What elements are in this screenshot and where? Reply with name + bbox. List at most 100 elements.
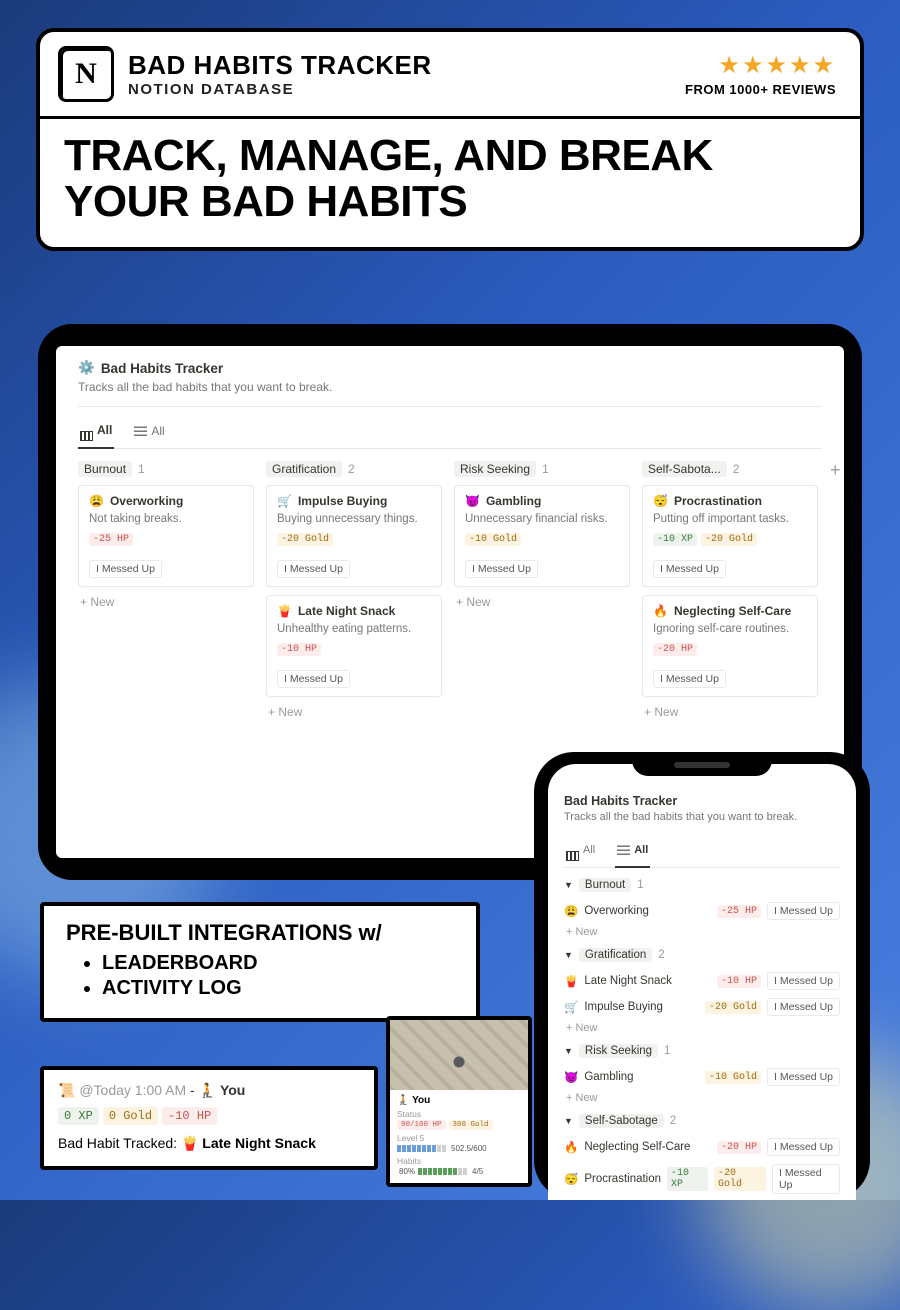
- tab-list-view[interactable]: All: [615, 835, 650, 868]
- leaderboard-cover-image: [390, 1020, 528, 1090]
- habits-bar: 80% 4/5: [397, 1167, 521, 1176]
- i-messed-up-button[interactable]: I Messed Up: [767, 972, 840, 990]
- activity-tracked-line: Bad Habit Tracked: 🍟 Late Night Snack: [58, 1135, 360, 1152]
- i-messed-up-button[interactable]: I Messed Up: [465, 560, 538, 578]
- integration-item-leaderboard: LEADERBOARD: [102, 952, 454, 975]
- level-bar: 502.5/600: [397, 1144, 521, 1153]
- integrations-list: LEADERBOARD ACTIVITY LOG: [102, 952, 454, 1000]
- database-title[interactable]: Bad Habits Tracker: [564, 794, 840, 808]
- add-column[interactable]: +: [830, 461, 844, 719]
- i-messed-up-button[interactable]: I Messed Up: [277, 560, 350, 578]
- group-header-gratification[interactable]: ▼ Gratification 2: [564, 948, 840, 962]
- new-card-button[interactable]: + New: [454, 595, 630, 609]
- new-card-button[interactable]: + New: [266, 705, 442, 719]
- group-header-self-sabotage[interactable]: ▼ Self-Sabotage 2: [564, 1114, 840, 1128]
- level-value: 502.5/600: [451, 1144, 487, 1153]
- i-messed-up-button[interactable]: I Messed Up: [772, 1164, 840, 1194]
- activity-log-card: 📜 @Today 1:00 AM - 🧎 You 0 XP 0 Gold -10…: [40, 1066, 378, 1170]
- column-header[interactable]: Burnout 1: [78, 461, 254, 477]
- hp-badge: -25 HP: [89, 533, 133, 546]
- reviews-block: ★★★★★ FROM 1000+ REVIEWS: [685, 51, 836, 97]
- gold-badge: 300 Gold: [449, 1120, 493, 1130]
- card-title-text: Gambling: [486, 494, 541, 508]
- group-header-risk-seeking[interactable]: ▼ Risk Seeking 1: [564, 1044, 840, 1058]
- card-title-text: Neglecting Self-Care: [674, 604, 791, 618]
- card-description: Putting off important tasks.: [653, 513, 807, 525]
- card-title-text: Late Night Snack: [298, 604, 395, 618]
- list-row-procrastination[interactable]: 😴 Procrastination -10 XP -20 Gold I Mess…: [564, 1160, 840, 1198]
- activity-user: You: [220, 1082, 245, 1098]
- card-description: Not taking breaks.: [89, 513, 243, 525]
- column-header[interactable]: Gratification 2: [266, 461, 442, 477]
- hp-badge: -10 HP: [162, 1107, 217, 1125]
- card-emoji-icon: 🛒: [277, 494, 292, 508]
- database-description: Tracks all the bad habits that you want …: [564, 811, 840, 823]
- gold-badge: -20 Gold: [714, 1167, 766, 1191]
- row-title: Gambling: [584, 1071, 699, 1083]
- card-emoji-icon: 😩: [89, 494, 104, 508]
- gold-badge: -10 Gold: [705, 1071, 761, 1084]
- card-neglecting-self-care[interactable]: 🔥 Neglecting Self-Care Ignoring self-car…: [642, 595, 818, 697]
- activity-timestamp: @Today 1:00 AM: [79, 1082, 186, 1098]
- chevron-down-icon: ▼: [564, 950, 573, 960]
- list-row-late-night-snack[interactable]: 🍟 Late Night Snack -10 HP I Messed Up: [564, 968, 840, 994]
- list-row-neglecting-self-care[interactable]: 🔥 Neglecting Self-Care -20 HP I Messed U…: [564, 1134, 840, 1160]
- new-label: New: [575, 1092, 597, 1104]
- progress-bar-icon: [418, 1168, 467, 1175]
- new-label: New: [466, 595, 490, 609]
- row-title: Impulse Buying: [584, 1001, 699, 1013]
- board-view-icon: [566, 851, 579, 861]
- row-title: Neglecting Self-Care: [584, 1141, 711, 1153]
- card-procrastination[interactable]: 😴 Procrastination Putting off important …: [642, 485, 818, 587]
- divider: [78, 406, 822, 407]
- promo-headline: TRACK, MANAGE, AND BREAK YOUR BAD HABITS: [40, 119, 860, 247]
- tab-label: All: [151, 424, 164, 438]
- activity-badges: 0 XP 0 Gold -10 HP: [58, 1107, 360, 1125]
- leaderboard-body: 🧎 You Status 90/100 HP 300 Gold Level 5 …: [390, 1090, 528, 1183]
- column-count: 1: [542, 462, 549, 476]
- leaderboard-user-name: You: [412, 1095, 430, 1106]
- i-messed-up-button[interactable]: I Messed Up: [767, 902, 840, 920]
- new-row-button[interactable]: + New: [566, 926, 840, 938]
- hp-badge: -25 HP: [717, 905, 761, 918]
- card-impulse-buying[interactable]: 🛒 Impulse Buying Buying unnecessary thin…: [266, 485, 442, 587]
- i-messed-up-button[interactable]: I Messed Up: [653, 560, 726, 578]
- i-messed-up-button[interactable]: I Messed Up: [653, 670, 726, 688]
- chevron-down-icon: ▼: [564, 880, 573, 890]
- i-messed-up-button[interactable]: I Messed Up: [89, 560, 162, 578]
- chevron-down-icon: ▼: [564, 1046, 573, 1056]
- list-row-overworking[interactable]: 😩 Overworking -25 HP I Messed Up: [564, 898, 840, 924]
- column-header[interactable]: Self-Sabota... 2: [642, 461, 818, 477]
- card-emoji-icon: 🍟: [277, 604, 292, 618]
- new-row-button[interactable]: + New: [566, 1092, 840, 1104]
- column-header[interactable]: Risk Seeking 1: [454, 461, 630, 477]
- xp-badge: -10 XP: [667, 1167, 708, 1191]
- leaderboard-user: 🧎 You: [397, 1095, 521, 1106]
- tracked-label: Bad Habit Tracked:: [58, 1135, 177, 1151]
- card-title-text: Impulse Buying: [298, 494, 387, 508]
- card-overworking[interactable]: 😩 Overworking Not taking breaks. -25 HP …: [78, 485, 254, 587]
- card-late-night-snack[interactable]: 🍟 Late Night Snack Unhealthy eating patt…: [266, 595, 442, 697]
- list-row-gambling[interactable]: 😈 Gambling -10 Gold I Messed Up: [564, 1064, 840, 1090]
- new-card-button[interactable]: + New: [78, 595, 254, 609]
- i-messed-up-button[interactable]: I Messed Up: [277, 670, 350, 688]
- tab-list-view[interactable]: All: [132, 415, 166, 448]
- tab-board-view[interactable]: All: [564, 835, 597, 867]
- i-messed-up-button[interactable]: I Messed Up: [767, 1138, 840, 1156]
- star-rating-icon: ★★★★★: [685, 51, 836, 80]
- group-header-burnout[interactable]: ▼ Burnout 1: [564, 878, 840, 892]
- tab-board-view[interactable]: All: [78, 415, 114, 449]
- tab-label: All: [583, 844, 595, 856]
- card-gambling[interactable]: 😈 Gambling Unnecessary financial risks. …: [454, 485, 630, 587]
- database-title[interactable]: ⚙️ Bad Habits Tracker: [78, 360, 822, 376]
- row-emoji-icon: 🛒: [564, 1000, 578, 1014]
- view-tabs: All All: [564, 831, 840, 868]
- database-title-text: Bad Habits Tracker: [101, 361, 223, 376]
- new-row-button[interactable]: + New: [566, 1022, 840, 1034]
- scroll-icon: 📜: [58, 1082, 75, 1098]
- i-messed-up-button[interactable]: I Messed Up: [767, 998, 840, 1016]
- list-row-impulse-buying[interactable]: 🛒 Impulse Buying -20 Gold I Messed Up: [564, 994, 840, 1020]
- habits-percent: 80%: [399, 1167, 415, 1176]
- i-messed-up-button[interactable]: I Messed Up: [767, 1068, 840, 1086]
- new-card-button[interactable]: + New: [642, 705, 818, 719]
